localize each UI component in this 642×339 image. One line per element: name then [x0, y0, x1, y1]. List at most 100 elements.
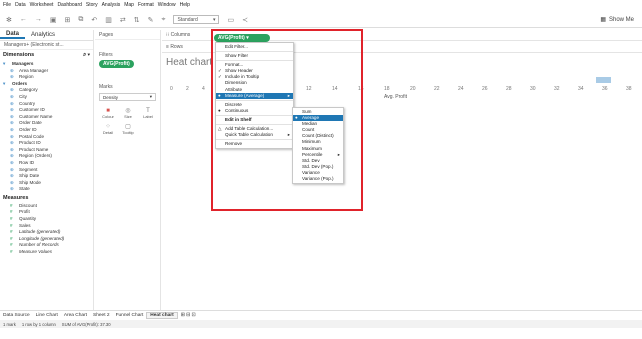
menu-analysis[interactable]: Analysis [102, 2, 121, 8]
pin-icon[interactable]: ⌖ [162, 16, 166, 24]
dimension-field[interactable]: ⊕ Postal Code [0, 134, 93, 141]
axis-tick: 38 [626, 86, 632, 92]
dimension-field[interactable]: ⊕ State [0, 186, 93, 193]
dimension-field[interactable]: ⊕ Area Manager [0, 68, 93, 75]
back-icon[interactable]: ← [20, 16, 27, 23]
status-text: SUM of AVG(Profit): 37.30 [61, 321, 111, 327]
dimension-group[interactable]: ▾ Orders [0, 81, 93, 88]
save-icon[interactable]: ▣ [50, 16, 57, 24]
dimension-field[interactable]: ⊕ Ship Date [0, 173, 93, 180]
presentation-icon[interactable]: ▭ [227, 16, 234, 24]
dimension-group[interactable]: ▾ Managers [0, 61, 93, 68]
sheet-tab[interactable]: Funnel Chart [113, 313, 147, 318]
dimensions-label: Dimensions [3, 52, 35, 58]
density-mark[interactable] [596, 77, 611, 83]
chevron-down-icon: ▾ [212, 16, 216, 23]
swap-icon[interactable]: ⇄ [120, 16, 126, 24]
tooltip-label: Tooltip [122, 130, 134, 135]
field-label: State [19, 186, 30, 192]
dimension-field[interactable]: ⊕ City [0, 94, 93, 101]
tab-analytics[interactable]: Analytics [25, 32, 61, 38]
field-type-icon: ⊕ [10, 186, 14, 192]
sheet-tab[interactable]: Data Source [0, 313, 33, 318]
measure-field[interactable]: # Discount [0, 203, 93, 210]
tableau-logo-icon[interactable]: ✻ [6, 16, 12, 24]
show-me-button[interactable]: ▦ Show Me [600, 16, 634, 24]
chart-type-icon[interactable]: ▥ [105, 16, 112, 24]
size-button[interactable]: ◎ Size [119, 105, 137, 119]
measure-field[interactable]: # Quantity [0, 216, 93, 223]
undo-icon[interactable]: ↶ [91, 16, 97, 24]
measures-header: Measures [0, 193, 93, 203]
tab-data[interactable]: Data [0, 31, 26, 39]
menu-help[interactable]: Help [180, 2, 190, 8]
tooltip-button[interactable]: ▢ Tooltip [119, 121, 137, 135]
menu-map[interactable]: Map [124, 2, 134, 8]
sort-icon[interactable]: ⇅ [134, 16, 140, 24]
dimension-field[interactable]: ⊕ Region (Orders) [0, 153, 93, 160]
dimension-field[interactable]: ⊕ Product ID [0, 140, 93, 147]
sheet-tab[interactable]: Area Chart [61, 313, 90, 318]
field-label: Discount [19, 202, 37, 208]
menu-dashboard[interactable]: Dashboard [57, 2, 81, 8]
fit-select[interactable]: Standard ▾ [173, 15, 220, 24]
dimension-field[interactable]: ⊕ Customer Name [0, 114, 93, 121]
dimension-field[interactable]: ⊕ Category [0, 87, 93, 94]
axis-tick: 34 [578, 86, 584, 92]
measure-field[interactable]: # Measure Values [0, 249, 93, 256]
menu-file[interactable]: File [3, 2, 11, 8]
measure-field[interactable]: # Latitude (generated) [0, 229, 93, 236]
marks-label: Marks [99, 84, 113, 90]
mark-type-select[interactable]: Density ▾ [99, 93, 156, 101]
field-label: Region [19, 74, 34, 80]
dimension-field[interactable]: ⊕ Product Name [0, 147, 93, 154]
measure-field[interactable]: # Number of Records [0, 242, 93, 249]
colour-button[interactable]: ■ Colour [99, 105, 117, 119]
measure-icon: # [10, 222, 13, 228]
menu-story[interactable]: Story [86, 2, 98, 8]
menu-format[interactable]: Format [138, 2, 154, 8]
measure-field[interactable]: # Profit [0, 209, 93, 216]
highlight-annotation-box [211, 29, 363, 211]
dimension-field[interactable]: ⊕ Customer ID [0, 107, 93, 114]
field-type-icon: ⊕ [10, 113, 14, 119]
forward-icon[interactable]: → [35, 16, 42, 23]
menu-worksheet[interactable]: Worksheet [30, 2, 54, 8]
filters-shelf[interactable]: Filters AVG(Profit) [95, 50, 160, 68]
sheet-tab[interactable]: Line Chart [33, 313, 61, 318]
sheet-tab[interactable]: Sheet 2 [90, 313, 113, 318]
dimension-field[interactable]: ⊕ Segment [0, 167, 93, 174]
detail-button[interactable]: ⁘ Detail [99, 121, 117, 135]
highlight-icon[interactable]: ✎ [148, 16, 154, 24]
data-source-item[interactable]: Managers+ (Electronic st... [0, 41, 93, 50]
group-label: Orders [12, 80, 28, 86]
search-icon[interactable]: ⌕ ▾ [83, 52, 90, 59]
field-label: Ship Mode [19, 179, 41, 185]
menu-window[interactable]: Window [158, 2, 176, 8]
dimension-field[interactable]: ⊕ Order Date [0, 120, 93, 127]
dimension-field[interactable]: ⊕ Row ID [0, 160, 93, 167]
field-label: Row ID [19, 159, 35, 165]
new-sheet-icon[interactable]: ⊞ [65, 16, 71, 24]
colour-label: Colour [102, 114, 114, 119]
filters-label: Filters [99, 52, 113, 58]
pages-shelf[interactable]: Pages [95, 30, 160, 40]
field-label: Customer Name [19, 113, 53, 119]
label-button[interactable]: T Label [139, 105, 157, 119]
axis-tick: 22 [434, 86, 440, 92]
tooltip-icon: ▢ [125, 124, 131, 130]
filter-pill-avg-profit[interactable]: AVG(Profit) [99, 60, 134, 68]
measure-icon: # [10, 209, 13, 215]
dimension-field[interactable]: ⊕ Ship Mode [0, 180, 93, 187]
new-sheet-icon[interactable]: ⊞ ⊟ ⊡ [178, 313, 199, 318]
duplicate-icon[interactable]: ⧉ [78, 16, 83, 24]
share-icon[interactable]: ≺ [242, 16, 248, 24]
dimension-field[interactable]: ⊕ Region [0, 74, 93, 81]
measure-field[interactable]: # Sales [0, 223, 93, 230]
dimension-field[interactable]: ⊕ Order ID [0, 127, 93, 134]
measure-icon: # [10, 216, 13, 222]
menu-data[interactable]: Data [15, 2, 26, 8]
measure-field[interactable]: # Longitude (generated) [0, 236, 93, 243]
dimension-field[interactable]: ⊕ Country [0, 101, 93, 108]
sheet-tab[interactable]: Heat chart [146, 312, 178, 319]
